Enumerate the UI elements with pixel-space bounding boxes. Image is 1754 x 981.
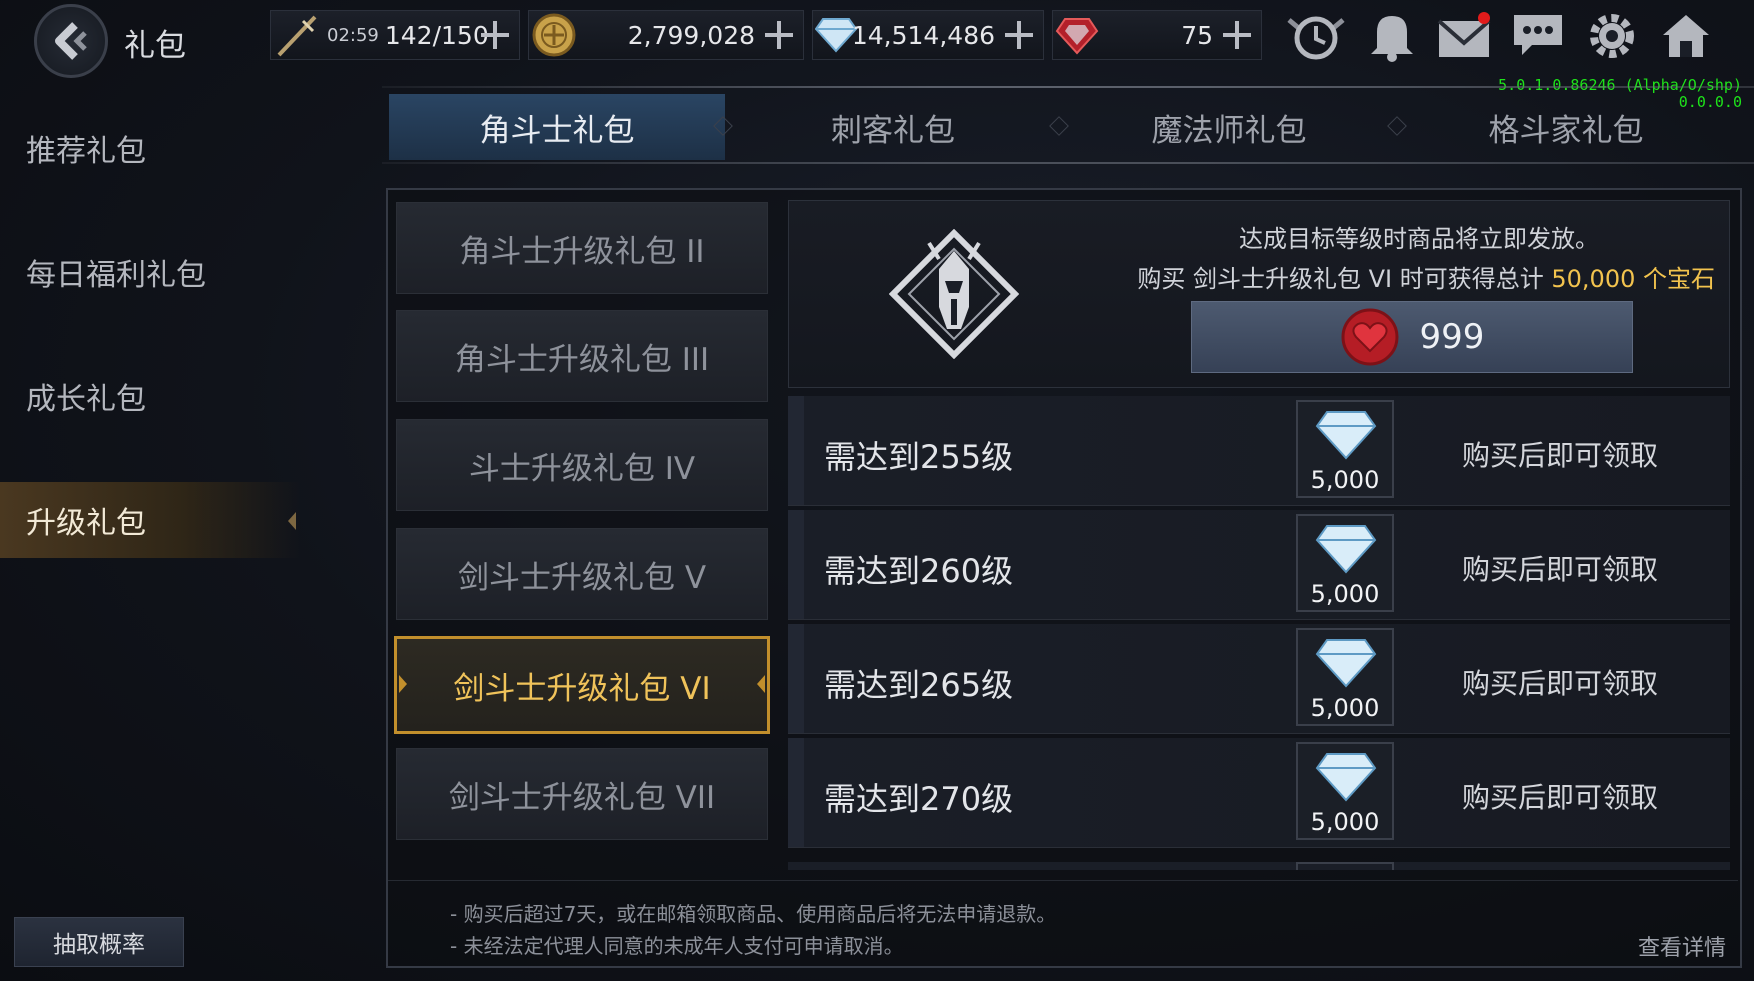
pack-item[interactable]: 角斗士升级礼包 III bbox=[396, 310, 768, 402]
tab-gladiator[interactable]: 角斗士礼包 bbox=[389, 94, 725, 160]
reward-gem-slot[interactable]: 5,000 bbox=[1296, 400, 1394, 498]
gladiator-helmet-emblem-icon bbox=[889, 229, 1019, 359]
sidebar-item-daily[interactable]: 每日福利礼包 bbox=[0, 234, 300, 310]
reward-amount: 5,000 bbox=[1310, 466, 1380, 494]
reward-gem-slot-partial bbox=[1296, 862, 1394, 870]
pack-item-selected[interactable]: 剑斗士升级礼包 VI bbox=[394, 636, 770, 734]
bell-icon bbox=[1371, 16, 1413, 62]
notification-button[interactable] bbox=[1360, 6, 1424, 66]
notes-divider bbox=[388, 880, 1738, 881]
reward-row: 需达到270级 5,000 购买后即可领取 bbox=[788, 738, 1730, 848]
reward-row: 需达到260级 5,000 购买后即可领取 bbox=[788, 510, 1730, 620]
stamina-counter: 02:59 142/150 bbox=[270, 10, 520, 60]
purchase-price: 999 bbox=[1419, 317, 1485, 357]
gear-icon bbox=[1590, 14, 1634, 58]
refund-note: - 购买后超过7天，或在邮箱领取商品、使用商品后将无法申请退款。 bbox=[450, 902, 1057, 926]
diamond-icon bbox=[1315, 411, 1377, 460]
reward-required-level: 需达到255级 bbox=[824, 438, 1014, 476]
gold-counter: 2,799,028 bbox=[528, 10, 804, 60]
stamina-value: 142/150 bbox=[384, 20, 489, 50]
reward-amount: 5,000 bbox=[1310, 694, 1380, 722]
reward-gem-slot[interactable]: 5,000 bbox=[1296, 742, 1394, 840]
diamond-value: 14,514,486 bbox=[851, 20, 995, 50]
gift-shop-screen: { "header": { "title": "礼包", "stamina": … bbox=[0, 0, 1754, 981]
back-arrow-icon bbox=[55, 22, 87, 60]
back-button[interactable] bbox=[34, 4, 108, 78]
pack-item[interactable]: 剑斗士升级礼包 VII bbox=[396, 748, 768, 840]
red-heart-gem-icon bbox=[1341, 308, 1399, 366]
reward-required-level: 需达到270级 bbox=[824, 780, 1014, 818]
add-gold-button[interactable] bbox=[763, 19, 795, 51]
sidebar-item-growth[interactable]: 成长礼包 bbox=[0, 358, 300, 434]
add-stamina-button[interactable] bbox=[479, 19, 511, 51]
pack-item[interactable]: 剑斗士升级礼包 V bbox=[396, 528, 768, 620]
home-icon bbox=[1663, 15, 1709, 57]
gold-coin-icon bbox=[532, 13, 576, 57]
ruby-gem-icon bbox=[1055, 18, 1099, 55]
tabs-top-divider bbox=[382, 86, 1754, 88]
reward-required-level: 需达到265级 bbox=[824, 666, 1014, 704]
gold-value: 2,799,028 bbox=[627, 20, 755, 50]
tabs-bottom-divider bbox=[382, 162, 1754, 164]
clock-wings-icon bbox=[1287, 16, 1345, 60]
tab-fighter[interactable]: 格斗家礼包 bbox=[1398, 94, 1734, 160]
mail-notification-dot bbox=[1478, 12, 1490, 24]
sidebar-item-recommended[interactable]: 推荐礼包 bbox=[0, 110, 300, 186]
tab-assassin[interactable]: 刺客礼包 bbox=[725, 94, 1061, 160]
settings-button[interactable] bbox=[1580, 6, 1644, 66]
add-diamond-button[interactable] bbox=[1003, 19, 1035, 51]
tab-mage[interactable]: 魔法师礼包 bbox=[1061, 94, 1397, 160]
minor-payment-note: - 未经法定代理人同意的未成年人支付可申请取消。 bbox=[450, 934, 904, 958]
diamond-icon bbox=[1315, 525, 1377, 574]
event-timer-button[interactable] bbox=[1284, 6, 1348, 66]
detail-line-2-prefix: 购买 剑斗士升级礼包 VI 时可获得总计 bbox=[1137, 265, 1552, 293]
ruby-counter: 75 bbox=[1052, 10, 1262, 60]
chat-icon bbox=[1514, 15, 1562, 55]
reward-status: 购买后即可领取 bbox=[1461, 667, 1658, 700]
pack-item[interactable]: 角斗士升级礼包 II bbox=[396, 202, 768, 294]
detail-total-gems: 50,000 个宝石 bbox=[1551, 265, 1715, 293]
reward-amount: 5,000 bbox=[1310, 808, 1380, 836]
stamina-timer: 02:59 bbox=[327, 24, 379, 46]
view-details-link[interactable]: 查看详情 bbox=[1638, 930, 1726, 962]
ruby-value: 75 bbox=[1181, 20, 1213, 50]
reward-required-level: 需达到260级 bbox=[824, 552, 1014, 590]
pack-item[interactable]: 斗士升级礼包 IV bbox=[396, 419, 768, 511]
page-title: 礼包 bbox=[124, 28, 186, 64]
reward-row: 需达到255级 5,000 购买后即可领取 bbox=[788, 396, 1730, 506]
detail-line-1: 达成目标等级时商品将立即发放。 bbox=[1239, 225, 1599, 253]
reward-status: 购买后即可领取 bbox=[1461, 781, 1658, 814]
draw-odds-button[interactable]: 抽取概率 bbox=[14, 917, 184, 967]
chat-button[interactable] bbox=[1506, 6, 1570, 66]
mail-icon bbox=[1437, 12, 1491, 57]
detail-line-2: 购买 剑斗士升级礼包 VI 时可获得总计 50,000 个宝石 bbox=[1137, 259, 1715, 294]
mail-button[interactable] bbox=[1432, 6, 1496, 66]
diamond-counter: 14,514,486 bbox=[812, 10, 1044, 60]
pack-detail-box: 达成目标等级时商品将立即发放。 购买 剑斗士升级礼包 VI 时可获得总计 50,… bbox=[788, 200, 1730, 388]
diamond-icon bbox=[1315, 753, 1377, 802]
sword-icon bbox=[277, 15, 317, 57]
reward-row-partial bbox=[788, 862, 1730, 870]
reward-status: 购买后即可领取 bbox=[1461, 553, 1658, 586]
reward-gem-slot[interactable]: 5,000 bbox=[1296, 628, 1394, 726]
purchase-button[interactable]: 999 bbox=[1191, 301, 1633, 373]
sidebar-item-levelup[interactable]: 升级礼包 bbox=[0, 482, 300, 558]
reward-status: 购买后即可领取 bbox=[1461, 439, 1658, 472]
add-ruby-button[interactable] bbox=[1221, 19, 1253, 51]
reward-gem-slot[interactable]: 5,000 bbox=[1296, 514, 1394, 612]
diamond-icon bbox=[815, 18, 857, 53]
diamond-icon bbox=[1315, 639, 1377, 688]
reward-amount: 5,000 bbox=[1310, 580, 1380, 608]
reward-row: 需达到265级 5,000 购买后即可领取 bbox=[788, 624, 1730, 734]
home-button[interactable] bbox=[1654, 6, 1718, 66]
